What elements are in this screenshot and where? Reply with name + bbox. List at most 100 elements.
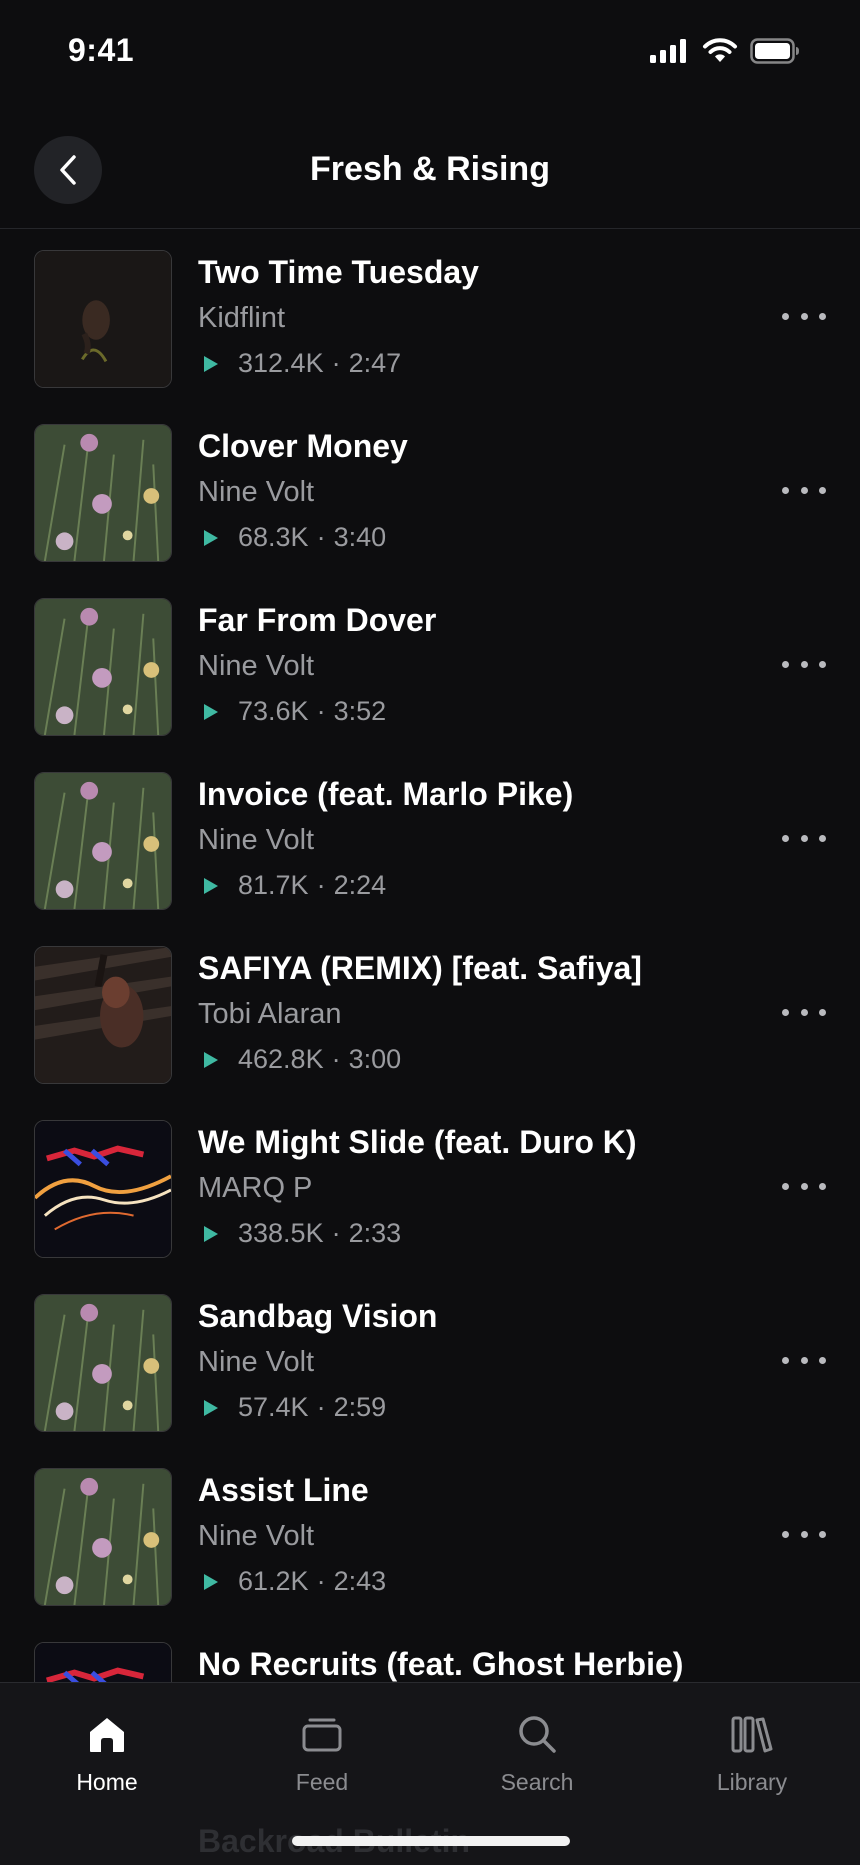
track-duration: 2:47: [348, 348, 402, 378]
track-title: No Recruits (feat. Ghost Herbie): [198, 1646, 684, 1682]
tab-feed[interactable]: Feed: [242, 1709, 402, 1796]
play-count: 462.8K: [238, 1044, 324, 1074]
track-artist[interactable]: Tobi Alaran: [198, 998, 342, 1031]
page-title: Fresh & Rising: [310, 150, 550, 188]
album-art: [34, 1294, 172, 1432]
play-count-icon: [204, 529, 218, 546]
track-duration: 2:24: [333, 870, 387, 900]
wifi-icon: [703, 38, 737, 62]
track-artist[interactable]: Nine Volt: [198, 824, 314, 857]
play-count-icon: [204, 355, 218, 372]
meta-separator: ·: [316, 1392, 326, 1422]
tab-label: Library: [716, 1769, 788, 1795]
more-options-button[interactable]: [782, 818, 826, 858]
play-count: 68.3K: [238, 522, 309, 552]
track-artist[interactable]: Nine Volt: [198, 476, 314, 509]
meta-separator: ·: [331, 1218, 341, 1248]
play-count-icon: [204, 877, 218, 894]
status-icons: [650, 38, 800, 64]
track-duration: 2:33: [348, 1218, 402, 1248]
search-icon: [519, 1716, 556, 1753]
album-art: [34, 250, 172, 388]
tab-library[interactable]: Library: [672, 1709, 832, 1796]
feed-icon: [302, 1718, 342, 1752]
play-count: 61.2K: [238, 1566, 309, 1596]
play-count-icon: [204, 1051, 218, 1068]
meta-separator: ·: [316, 870, 326, 900]
play-count-icon: [204, 1399, 218, 1416]
play-count: 57.4K: [238, 1392, 309, 1422]
track-duration: 2:59: [333, 1392, 387, 1422]
track-row[interactable]: Clover Money Nine Volt 68.3K · 3:40: [0, 406, 860, 580]
track-title: SAFIYA (REMIX) [feat. Safiya]: [198, 950, 642, 986]
track-title: We Might Slide (feat. Duro K): [198, 1124, 637, 1160]
more-options-button[interactable]: [782, 1340, 826, 1380]
play-count-icon: [204, 1225, 218, 1242]
meta-separator: ·: [316, 1566, 326, 1596]
tab-label: Feed: [295, 1769, 349, 1795]
status-time: 9:41: [68, 32, 135, 68]
tab-search[interactable]: Search: [457, 1709, 617, 1796]
track-title: Sandbag Vision: [198, 1298, 438, 1334]
more-options-button[interactable]: [782, 1514, 826, 1554]
track-meta: 73.6K · 3:52: [198, 696, 386, 727]
track-row[interactable]: SAFIYA (REMIX) [feat. Safiya] Tobi Alara…: [0, 928, 860, 1102]
track-meta: 81.7K · 2:24: [198, 870, 386, 901]
track-title: Assist Line: [198, 1472, 369, 1508]
track-title: Two Time Tuesday: [198, 254, 479, 290]
track-row[interactable]: Sandbag Vision Nine Volt 57.4K · 2:59: [0, 1276, 860, 1450]
tab-home[interactable]: Home: [27, 1709, 187, 1796]
track-meta: 338.5K · 2:33: [198, 1218, 401, 1249]
track-artist[interactable]: Kidflint: [198, 302, 285, 335]
play-count: 73.6K: [238, 696, 309, 726]
meta-separator: ·: [331, 1044, 341, 1074]
more-options-button[interactable]: [782, 296, 826, 336]
play-count: 81.7K: [238, 870, 309, 900]
track-row[interactable]: Assist Line Nine Volt 61.2K · 2:43: [0, 1450, 860, 1624]
album-art: [34, 1120, 172, 1258]
play-count: 338.5K: [238, 1218, 324, 1248]
track-artist[interactable]: Nine Volt: [198, 650, 314, 683]
track-title: Clover Money: [198, 428, 408, 464]
track-row[interactable]: Far From Dover Nine Volt 73.6K · 3:52: [0, 580, 860, 754]
home-icon: [90, 1718, 124, 1752]
track-list[interactable]: Two Time Tuesday Kidflint 312.4K · 2:47 …: [0, 232, 860, 1682]
album-art: [34, 1468, 172, 1606]
track-artist[interactable]: Nine Volt: [198, 1346, 314, 1379]
more-options-button[interactable]: [782, 1166, 826, 1206]
more-options-button[interactable]: [782, 644, 826, 684]
track-row[interactable]: No Recruits (feat. Ghost Herbie): [0, 1624, 860, 1682]
track-duration: 3:00: [348, 1044, 402, 1074]
header: Fresh & Rising: [0, 120, 860, 229]
track-duration: 3:52: [333, 696, 387, 726]
more-options-button[interactable]: [782, 992, 826, 1032]
track-meta: 312.4K · 2:47: [198, 348, 401, 379]
track-row[interactable]: We Might Slide (feat. Duro K) MARQ P 338…: [0, 1102, 860, 1276]
play-count-icon: [204, 1573, 218, 1590]
play-count: 312.4K: [238, 348, 324, 378]
track-artist[interactable]: Nine Volt: [198, 1520, 314, 1553]
tab-label: Home: [76, 1769, 138, 1795]
track-duration: 2:43: [333, 1566, 387, 1596]
track-title: Invoice (feat. Marlo Pike): [198, 776, 574, 812]
album-art: [34, 946, 172, 1084]
track-meta: 462.8K · 3:00: [198, 1044, 401, 1075]
track-row[interactable]: Invoice (feat. Marlo Pike) Nine Volt 81.…: [0, 754, 860, 928]
track-meta: 57.4K · 2:59: [198, 1392, 386, 1423]
library-icon: [731, 1716, 773, 1753]
track-duration: 3:40: [333, 522, 387, 552]
tab-label: Search: [500, 1769, 574, 1795]
track-artist[interactable]: MARQ P: [198, 1172, 312, 1205]
track-meta: 61.2K · 2:43: [198, 1566, 386, 1597]
track-meta: 68.3K · 3:40: [198, 522, 386, 553]
cellular-signal-icon: [650, 39, 686, 63]
album-art: [34, 772, 172, 910]
home-indicator[interactable]: [292, 1836, 570, 1846]
track-row[interactable]: Two Time Tuesday Kidflint 312.4K · 2:47: [0, 232, 860, 406]
battery-icon: [750, 38, 799, 64]
more-options-button[interactable]: [782, 470, 826, 510]
meta-separator: ·: [316, 696, 326, 726]
album-art: [34, 598, 172, 736]
album-art: [34, 424, 172, 562]
meta-separator: ·: [331, 348, 341, 378]
